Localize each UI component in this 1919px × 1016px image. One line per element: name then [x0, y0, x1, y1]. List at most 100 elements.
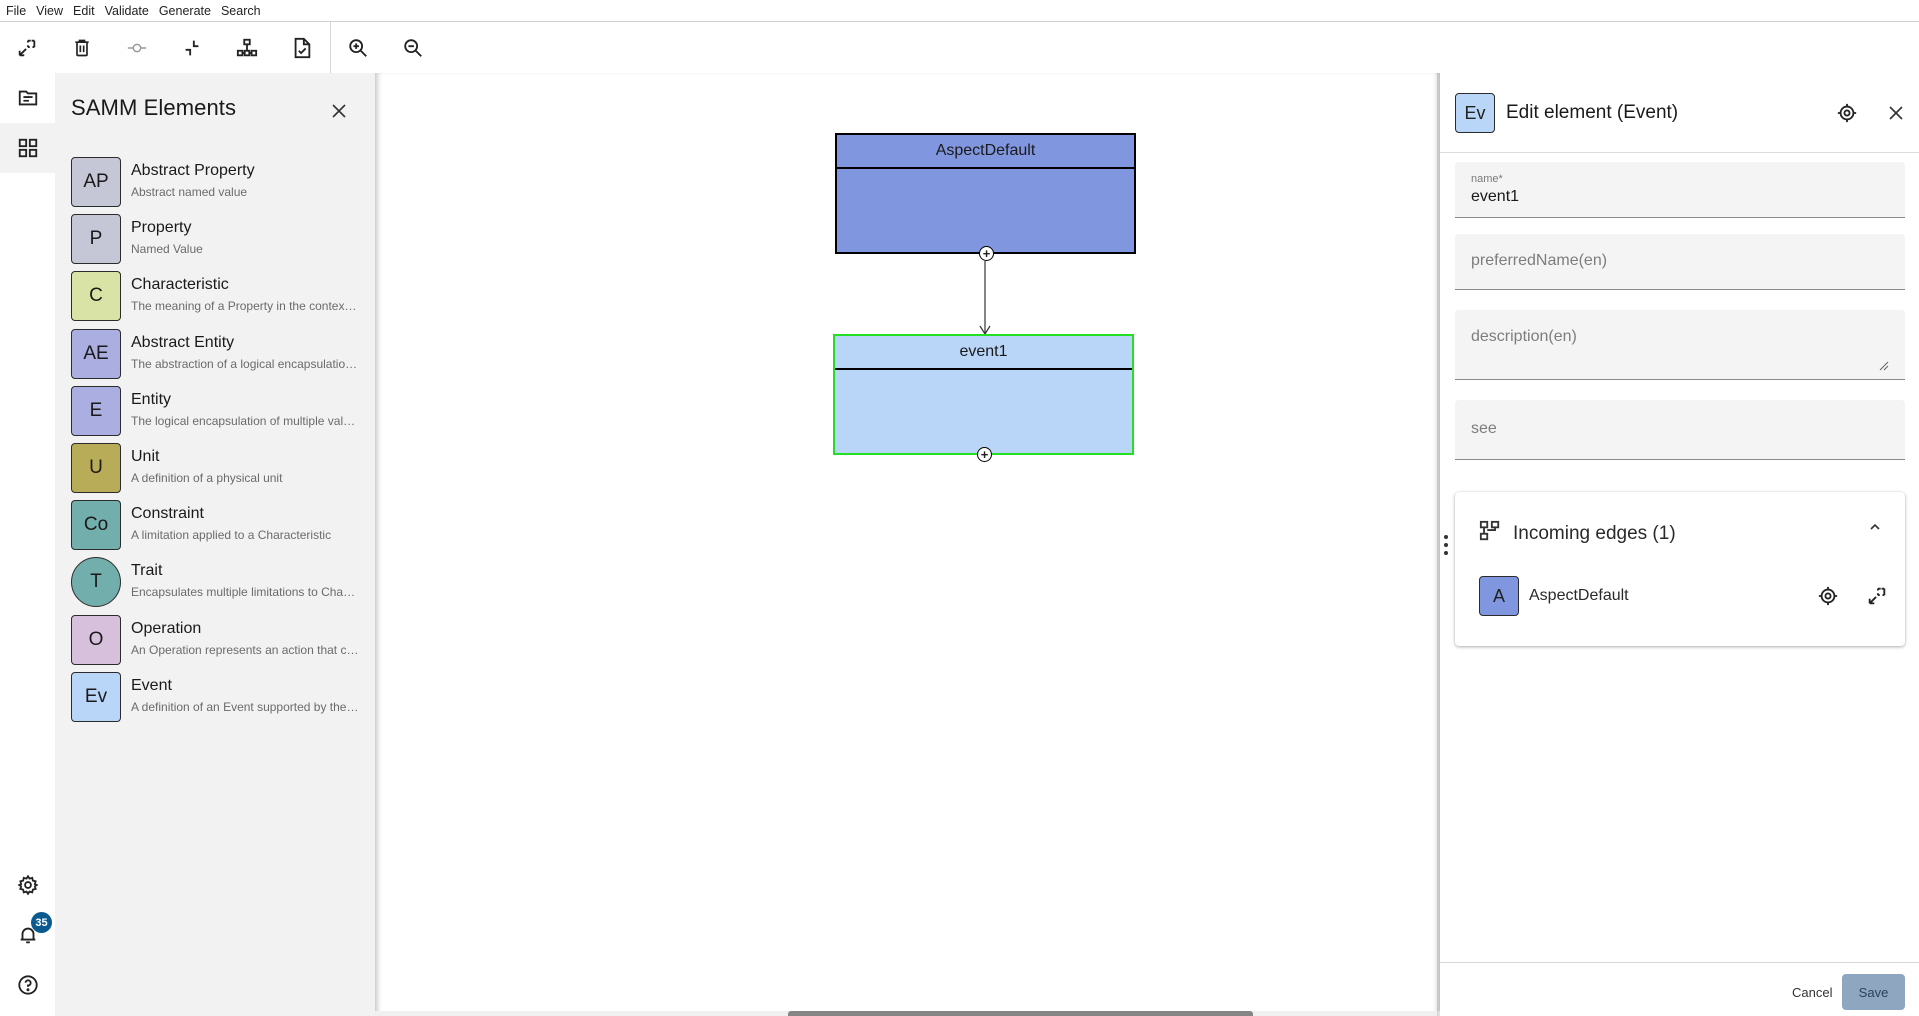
menu-file[interactable]: File	[6, 4, 26, 18]
preferred-name-field[interactable]: preferredName(en)	[1455, 234, 1905, 290]
locate-element-button[interactable]	[1832, 98, 1862, 128]
help-button[interactable]	[0, 960, 55, 1010]
chevron-up-icon	[1870, 523, 1880, 530]
collapse-section-button[interactable]	[1860, 512, 1890, 542]
element-item-operation[interactable]: O Operation An Operation represents an act…	[71, 614, 361, 667]
menu-validate[interactable]: Validate	[105, 4, 149, 18]
element-type-icon: AE	[71, 328, 121, 379]
panel-header: Ev Edit element (Event)	[1440, 73, 1919, 153]
samm-elements-sidebar: SAMM Elements AP Abstract Property Abstrac…	[55, 73, 375, 1016]
collapse-button[interactable]	[178, 34, 206, 62]
element-description: Named Value	[131, 242, 203, 257]
resize-grip-icon[interactable]	[1879, 361, 1889, 371]
connect-button[interactable]	[123, 34, 151, 62]
delete-icon	[75, 39, 89, 57]
horizontal-scrollbar-thumb[interactable]	[788, 1011, 1253, 1016]
element-item-property[interactable]: P Property Named Value	[71, 214, 361, 266]
element-type-icon: T	[71, 557, 121, 608]
add-child-port-icon[interactable]: +	[977, 447, 992, 462]
element-type-icon: Ev	[71, 671, 121, 722]
element-description: A limitation applied to a Characteristic	[131, 528, 332, 543]
save-button[interactable]: Save	[1842, 974, 1905, 1010]
element-name: Abstract Property	[131, 162, 255, 179]
help-icon	[17, 975, 38, 995]
element-item-entity[interactable]: E Entity The logical encapsulation of mult…	[71, 385, 361, 438]
element-item-abstract-entity[interactable]: AE Abstract Entity The abstraction of a lo…	[71, 328, 361, 381]
collapse-icon	[185, 40, 199, 56]
element-name: Event	[131, 676, 172, 694]
edit-element-panel: Ev Edit element (Event) name* event1 pre…	[1440, 73, 1919, 1016]
settings-button[interactable]	[0, 860, 55, 910]
menu-generate[interactable]: Generate	[159, 4, 211, 18]
validate-file-icon	[294, 37, 311, 59]
close-icon	[1889, 106, 1903, 120]
element-item-trait[interactable]: T Trait Encapsulates multiple limitations …	[71, 557, 361, 609]
format-layout-icon	[236, 38, 258, 57]
element-name: Property	[131, 219, 192, 237]
menu-view[interactable]: View	[36, 4, 63, 18]
element-type-icon: P	[71, 214, 121, 265]
node-event1[interactable]: event1 +	[833, 334, 1134, 462]
element-name: Characteristic	[131, 276, 229, 294]
element-name: Entity	[131, 390, 172, 408]
zoom-out-icon	[404, 39, 422, 57]
element-type-icon: O	[71, 614, 121, 665]
node-title: AspectDefault	[837, 135, 1134, 169]
horizontal-scrollbar[interactable]	[375, 1011, 1440, 1016]
element-item-characteristic[interactable]: C Characteristic The meaning of a Property…	[71, 271, 361, 323]
format-layout-button[interactable]	[233, 34, 261, 62]
name-field[interactable]: name* event1	[1455, 162, 1905, 218]
zoom-in-button[interactable]	[344, 34, 372, 62]
element-name: Trait	[131, 562, 163, 580]
element-item-unit[interactable]: U Unit A definition of a physical unit	[71, 443, 361, 495]
toolbar-divider	[330, 22, 331, 73]
menu-edit[interactable]: Edit	[73, 4, 95, 18]
add-child-port-icon[interactable]: +	[979, 246, 994, 261]
element-description: The logical encapsulation of multiple va…	[131, 413, 359, 428]
zoom-out-button[interactable]	[399, 34, 427, 62]
element-name: Constraint	[131, 505, 204, 523]
element-type-icon: Co	[71, 500, 121, 551]
panel-resize-handle[interactable]	[1442, 535, 1450, 555]
element-item-constraint[interactable]: Co Constraint A limitation applied to a Ch…	[71, 500, 361, 552]
name-field-label: name*	[1471, 173, 1503, 185]
incoming-edges-card: Incoming edges (1) A AspectDefault	[1455, 492, 1905, 646]
element-description: A definition of a physical unit	[131, 471, 283, 485]
element-name: Unit	[131, 448, 160, 465]
element-type-icon: C	[71, 271, 121, 322]
validate-button[interactable]	[288, 34, 316, 62]
panel-footer: Cancel Save	[1440, 962, 1919, 1016]
rail-workspace-button[interactable]	[0, 73, 55, 123]
delete-button[interactable]	[68, 34, 96, 62]
rail-samm-elements-button[interactable]	[0, 123, 55, 173]
cancel-button[interactable]: Cancel	[1780, 975, 1844, 1009]
element-item-event[interactable]: Ev Event A definition of an Event supporte…	[71, 671, 361, 724]
panel-title: Edit element (Event)	[1506, 102, 1679, 123]
target-icon	[1837, 103, 1857, 123]
edge-source-name[interactable]: AspectDefault	[1529, 587, 1629, 605]
preferred-name-placeholder: preferredName(en)	[1471, 252, 1608, 269]
fit-view-icon	[18, 39, 36, 57]
see-field[interactable]: see	[1455, 400, 1905, 460]
fit-view-button[interactable]	[13, 34, 41, 62]
element-type-badge: Ev	[1455, 93, 1495, 133]
description-field[interactable]: description(en)	[1455, 310, 1905, 380]
name-field-value[interactable]: event1	[1471, 188, 1519, 206]
node-title: event1	[835, 336, 1132, 370]
element-item-abstract-property[interactable]: AP Abstract Property Abstract named value	[71, 157, 361, 209]
locate-edge-source-button[interactable]	[1813, 581, 1843, 611]
see-placeholder: see	[1471, 420, 1497, 437]
incoming-edges-title[interactable]: Incoming edges (1)	[1513, 523, 1676, 545]
node-aspect-default[interactable]: AspectDefault +	[835, 133, 1136, 261]
menu-search[interactable]: Search	[221, 4, 261, 18]
workspace-files-icon	[18, 90, 37, 106]
open-edge-source-button[interactable]	[1862, 581, 1892, 611]
sidebar-close-button[interactable]	[325, 97, 353, 125]
element-name: Abstract Entity	[131, 333, 235, 351]
element-description: Abstract named value	[131, 185, 248, 199]
element-type-icon: U	[71, 443, 121, 493]
diagram-canvas[interactable]: AspectDefault + event1 +	[375, 73, 1440, 1016]
close-icon	[332, 104, 346, 118]
element-description: Encapsulates multiple limitations to Cha…	[131, 585, 359, 600]
close-panel-button[interactable]	[1881, 98, 1911, 128]
